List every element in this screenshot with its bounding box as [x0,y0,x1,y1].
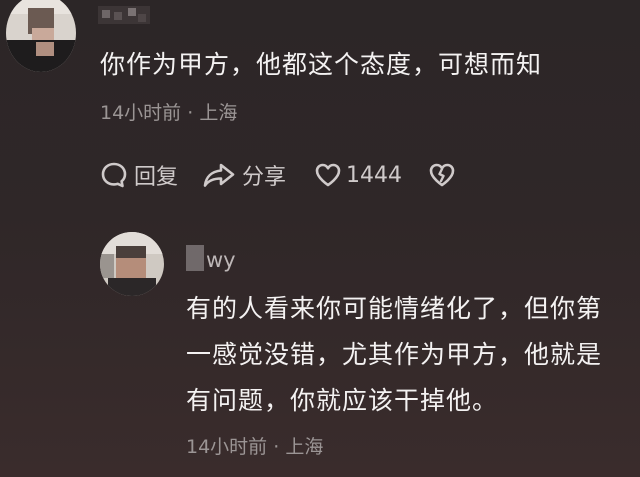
reply-button[interactable]: 回复 [100,159,178,191]
broken-heart-icon [428,161,456,189]
reply-avatar[interactable] [100,232,164,296]
share-label: 分享 [242,165,287,190]
meta-separator: · [273,436,286,458]
like-button[interactable]: 1444 [314,161,402,189]
reply-time: 14小时前 [186,436,268,458]
reply-username[interactable]: wy [206,248,236,272]
avatar-mosaic [100,254,114,278]
speech-bubble-icon [100,161,128,189]
avatar-mosaic [116,258,146,280]
reply-label: 回复 [134,165,179,190]
username-blurred [186,245,204,271]
reply-text-line: 一感觉没错，尤其作为甲方，他就是 [186,340,603,369]
share-button[interactable]: 分享 [202,159,286,191]
comment-text: 你作为甲方，他都这个态度，可想而知 [100,50,543,79]
meta-separator: · [187,102,200,124]
comment-location: 上海 [199,102,238,124]
reply-text-line: 有问题，你就应该干掉他。 [186,386,499,415]
commenter-avatar[interactable] [6,0,76,72]
reply-meta: 14小时前 · 上海 [186,432,323,459]
avatar-mosaic [36,42,54,56]
share-arrow-icon [202,161,236,189]
reply-text-line: 有的人看来你可能情绪化了，但你第 [186,294,603,323]
like-count: 1444 [346,162,403,188]
username-blurred [98,6,150,24]
heart-outline-icon [314,161,342,189]
comment-time: 14小时前 [100,102,182,124]
reply-location: 上海 [285,436,324,458]
avatar-mosaic [108,278,156,296]
comment-meta: 14小时前 · 上海 [100,98,237,125]
dislike-button[interactable] [428,161,456,189]
comment-actions: 回复 分享 1444 [100,158,456,192]
